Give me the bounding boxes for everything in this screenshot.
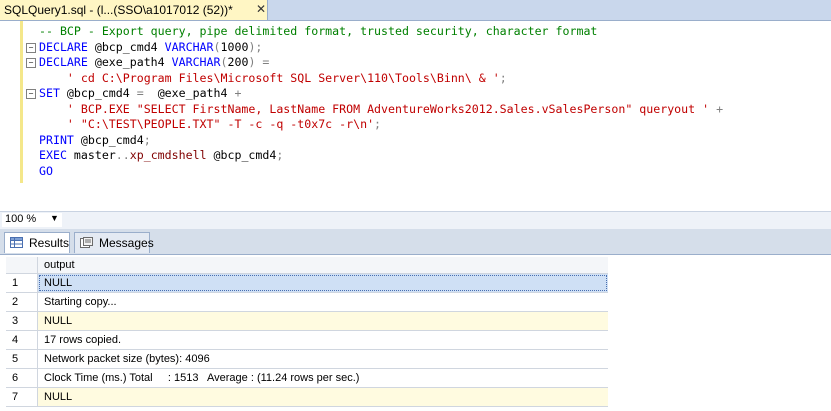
row-number-header[interactable] <box>6 257 38 273</box>
results-tab-bar: Results Messages <box>0 229 831 254</box>
results-grid[interactable]: output 1 NULL 2 Starting copy... 3 NULL 4 17 ro… <box>6 257 608 407</box>
code-token: = <box>136 86 158 100</box>
code-token: master <box>73 148 116 162</box>
zoom-bar: 100 % ▼ <box>0 211 831 230</box>
code-token: @bcp_cmd4 <box>94 39 165 54</box>
code-token: @exe_path4 <box>94 55 172 69</box>
output-cell[interactable]: 17 rows copied. <box>38 331 608 349</box>
code-token: .. <box>115 148 130 162</box>
code-token: xp_cmdshell <box>129 148 214 162</box>
output-cell[interactable]: Network packet size (bytes): 4096 <box>38 350 608 368</box>
tab-results-label: Results <box>29 236 70 250</box>
chevron-down-icon[interactable]: ▼ <box>50 213 59 223</box>
zoom-value: 100 % <box>5 213 37 225</box>
collapse-icon[interactable]: − <box>26 42 36 53</box>
output-cell[interactable]: Starting copy... <box>38 293 608 311</box>
row-number[interactable]: 3 <box>6 312 38 330</box>
table-row[interactable]: 4 17 rows copied. <box>6 331 608 350</box>
query-editor[interactable]: -- BCP - Export query, pipe delimited fo… <box>0 21 831 211</box>
code-token: ' BCP.EXE "SELECT FirstName, LastName FR… <box>66 101 710 116</box>
code-token: @bcp_cmd4 <box>213 148 277 162</box>
row-number[interactable]: 6 <box>6 369 38 387</box>
change-tracking-bar <box>20 21 23 183</box>
code-token: + <box>234 86 242 100</box>
code-token: @bcp_cmd4 <box>66 86 137 100</box>
code-token: DECLARE <box>39 55 95 69</box>
code-line[interactable]: GO <box>24 164 723 180</box>
table-row[interactable]: 7 NULL <box>6 388 608 407</box>
output-cell[interactable]: NULL <box>38 312 608 330</box>
code-line[interactable]: ' cd C:\Program Files\Microsoft SQL Serv… <box>24 71 723 87</box>
table-row[interactable]: 5 Network packet size (bytes): 4096 <box>6 350 608 369</box>
code-token: -- BCP - Export query, pipe delimited fo… <box>39 24 598 38</box>
document-tab-title: SQLQuery1.sql - (l...(SSO\a1017012 (52))… <box>4 3 233 17</box>
code-token: + <box>709 101 724 116</box>
code-token: ); <box>248 39 263 54</box>
code-token: VARCHAR <box>171 55 221 69</box>
code-token: ' cd C:\Program Files\Microsoft SQL Serv… <box>66 70 500 85</box>
zoom-dropdown[interactable]: 100 % ▼ <box>2 213 62 227</box>
tab-messages-label: Messages <box>99 236 154 250</box>
code-token: @bcp_cmd4 <box>80 132 144 147</box>
code-token: ' "C:\TEST\PEOPLE.TXT" -T -c -q -t0x7c -… <box>66 117 375 131</box>
row-number[interactable]: 1 <box>6 274 38 292</box>
collapse-icon[interactable]: − <box>26 89 36 99</box>
table-row[interactable]: 3 NULL <box>6 312 608 331</box>
code-line[interactable]: − DECLARE @exe_path4 VARCHAR(200) = <box>24 55 723 71</box>
table-row[interactable]: 1 NULL <box>6 274 608 293</box>
code-token: ; <box>276 148 284 162</box>
collapse-icon[interactable]: − <box>26 58 36 68</box>
code-token: ( <box>213 39 221 54</box>
document-tab-sqlquery1[interactable]: SQLQuery1.sql - (l...(SSO\a1017012 (52))… <box>0 0 268 20</box>
code-token: SET <box>39 86 67 100</box>
code-line[interactable]: EXEC master..xp_cmdshell @bcp_cmd4; <box>24 148 723 164</box>
code-token: ; <box>499 70 507 85</box>
output-cell[interactable]: NULL <box>38 274 608 292</box>
code-token: 1000 <box>220 39 249 54</box>
code-token: VARCHAR <box>164 39 214 54</box>
close-icon[interactable]: ✕ <box>256 2 266 16</box>
code-area[interactable]: -- BCP - Export query, pipe delimited fo… <box>24 24 723 179</box>
messages-icon <box>80 237 93 248</box>
code-token: DECLARE <box>39 39 95 54</box>
code-line[interactable]: PRINT @bcp_cmd4; <box>24 133 723 149</box>
grid-header-row: output <box>6 257 608 274</box>
code-token: EXEC <box>39 148 74 162</box>
code-line[interactable]: − SET @bcp_cmd4 = @exe_path4 + <box>24 86 723 102</box>
code-token: GO <box>39 163 53 178</box>
row-number[interactable]: 7 <box>6 388 38 406</box>
code-token: ; <box>374 117 382 131</box>
column-header-output[interactable]: output <box>38 257 608 273</box>
code-line[interactable]: ' "C:\TEST\PEOPLE.TXT" -T -c -q -t0x7c -… <box>24 117 723 133</box>
code-line[interactable]: -- BCP - Export query, pipe delimited fo… <box>24 24 723 40</box>
output-cell[interactable]: NULL <box>38 388 608 406</box>
table-row[interactable]: 2 Starting copy... <box>6 293 608 312</box>
results-grid-icon <box>10 237 23 248</box>
row-number[interactable]: 5 <box>6 350 38 368</box>
code-token: ; <box>143 132 151 147</box>
code-token: PRINT <box>39 132 81 147</box>
tab-results[interactable]: Results <box>4 232 70 253</box>
output-cell[interactable]: Clock Time (ms.) Total : 1513 Average : … <box>38 369 608 387</box>
code-token: @exe_path4 <box>157 86 235 100</box>
results-grid-area: output 1 NULL 2 Starting copy... 3 NULL 4 17 ro… <box>0 254 831 411</box>
table-row[interactable]: 6 Clock Time (ms.) Total : 1513 Average :… <box>6 369 608 388</box>
code-token: ) = <box>248 55 270 69</box>
tab-messages[interactable]: Messages <box>74 232 154 253</box>
code-line[interactable]: − DECLARE @bcp_cmd4 VARCHAR(1000); <box>24 40 723 56</box>
code-token: 200 <box>227 55 249 69</box>
code-line[interactable]: ' BCP.EXE "SELECT FirstName, LastName FR… <box>24 102 723 118</box>
row-number[interactable]: 2 <box>6 293 38 311</box>
document-tab-bar: SQLQuery1.sql - (l...(SSO\a1017012 (52))… <box>0 0 831 21</box>
row-number[interactable]: 4 <box>6 331 38 349</box>
